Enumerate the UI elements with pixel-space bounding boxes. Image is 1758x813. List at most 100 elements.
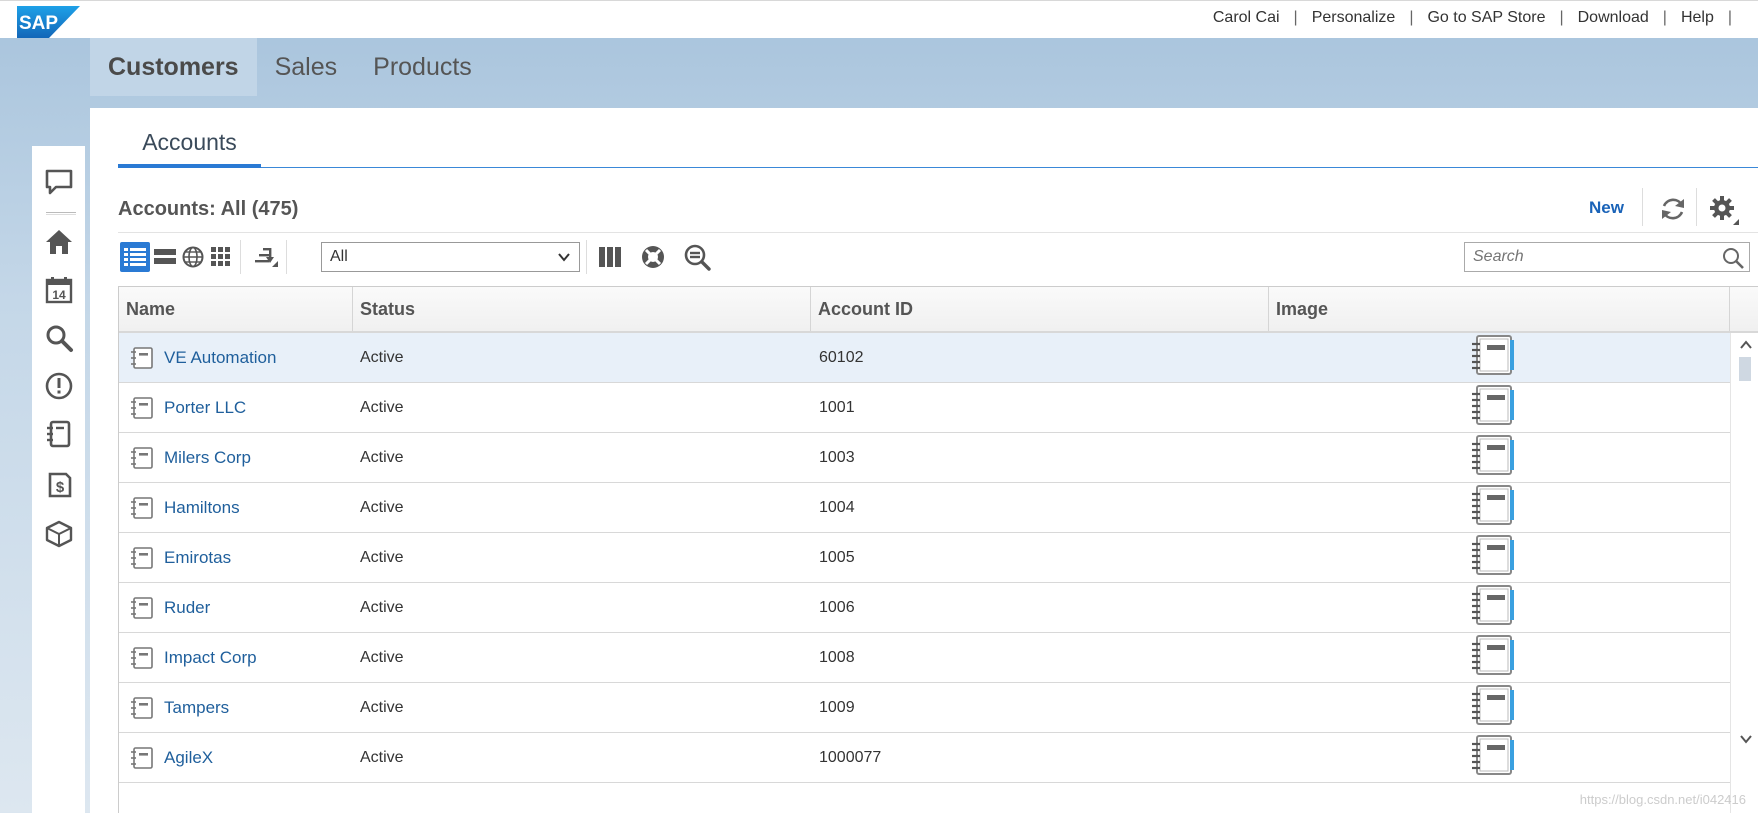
table-row[interactable]: VE Automation Active 60102 xyxy=(119,333,1730,383)
sort-icon[interactable] xyxy=(250,242,280,272)
chat-icon[interactable] xyxy=(43,166,75,198)
table-row[interactable]: Impact Corp Active 1008 xyxy=(119,633,1730,683)
account-id-cell: 1004 xyxy=(819,498,855,516)
status-cell: Active xyxy=(360,398,404,416)
header-divider xyxy=(1696,188,1697,226)
main-nav: Customers Sales Products xyxy=(90,38,490,96)
account-id-cell: 60102 xyxy=(819,348,864,366)
table-row[interactable]: Tampers Active 1009 xyxy=(119,683,1730,733)
table-header: Name Status Account ID Image xyxy=(119,287,1758,333)
account-image-icon[interactable] xyxy=(1471,684,1515,731)
column-header-status[interactable]: Status xyxy=(353,287,811,331)
list-view-icon[interactable] xyxy=(120,242,150,272)
invoice-icon[interactable]: $ xyxy=(43,468,75,500)
account-image-icon[interactable] xyxy=(1471,734,1515,781)
account-image-icon[interactable] xyxy=(1471,334,1515,381)
svg-text:14: 14 xyxy=(52,288,66,302)
scroll-up-icon[interactable] xyxy=(1739,339,1753,351)
download-link[interactable]: Download xyxy=(1578,9,1649,27)
search-icon[interactable] xyxy=(43,322,75,354)
svg-text:$: $ xyxy=(56,479,65,496)
account-icon xyxy=(129,346,155,370)
image-cell xyxy=(1471,433,1515,482)
account-name-link[interactable]: VE Automation xyxy=(164,348,276,368)
account-image-icon[interactable] xyxy=(1471,634,1515,681)
account-icon xyxy=(129,546,155,570)
account-name-link[interactable]: Porter LLC xyxy=(164,398,246,418)
tab-accounts[interactable]: Accounts xyxy=(118,120,261,168)
account-id-cell: 1003 xyxy=(819,448,855,466)
help-ring-icon[interactable] xyxy=(638,242,668,272)
sap-store-link[interactable]: Go to SAP Store xyxy=(1427,9,1545,27)
tab-customers[interactable]: Customers xyxy=(90,38,257,96)
refresh-icon[interactable] xyxy=(1658,194,1688,224)
account-image-icon[interactable] xyxy=(1471,484,1515,531)
tab-products[interactable]: Products xyxy=(355,38,490,96)
table-row[interactable]: Ruder Active 1006 xyxy=(119,583,1730,633)
gear-icon[interactable] xyxy=(1708,194,1740,226)
left-sidebar: 14 $ xyxy=(32,146,85,813)
status-cell: Active xyxy=(360,498,404,516)
search-icon[interactable] xyxy=(1721,246,1745,270)
account-name-link[interactable]: Ruder xyxy=(164,598,210,618)
account-name-link[interactable]: AgileX xyxy=(164,748,213,768)
notebook-icon[interactable] xyxy=(43,418,75,450)
account-name-link[interactable]: Emirotas xyxy=(164,548,231,568)
column-header-account-id[interactable]: Account ID xyxy=(811,287,1269,331)
zoom-out-icon[interactable] xyxy=(682,242,712,272)
top-bar: SAP Carol Cai | Personalize | Go to SAP … xyxy=(0,0,1758,38)
sap-logo[interactable]: SAP xyxy=(17,6,80,38)
name-cell: AgileX xyxy=(129,733,213,782)
calendar-icon[interactable]: 14 xyxy=(43,274,75,306)
account-name-link[interactable]: Tampers xyxy=(164,698,229,718)
table-row[interactable]: Milers Corp Active 1003 xyxy=(119,433,1730,483)
columns-icon[interactable] xyxy=(595,242,625,272)
toolbar-divider xyxy=(586,240,587,274)
column-header-name[interactable]: Name xyxy=(119,287,353,331)
scroll-thumb[interactable] xyxy=(1739,357,1751,381)
name-cell: Tampers xyxy=(129,683,229,732)
watermark: https://blog.csdn.net/i042416 xyxy=(1579,792,1746,807)
home-icon[interactable] xyxy=(43,226,75,258)
account-name-link[interactable]: Hamiltons xyxy=(164,498,240,518)
tab-sales[interactable]: Sales xyxy=(257,38,356,96)
account-image-icon[interactable] xyxy=(1471,384,1515,431)
user-name-link[interactable]: Carol Cai xyxy=(1213,9,1280,27)
account-icon xyxy=(129,746,155,770)
image-cell xyxy=(1471,483,1515,532)
table-row[interactable]: Emirotas Active 1005 xyxy=(119,533,1730,583)
column-header-image[interactable]: Image xyxy=(1269,287,1730,331)
product-box-icon[interactable] xyxy=(43,518,75,550)
table-row[interactable]: Hamiltons Active 1004 xyxy=(119,483,1730,533)
search-field[interactable] xyxy=(1464,242,1750,272)
status-cell: Active xyxy=(360,748,404,766)
status-cell: Active xyxy=(360,648,404,666)
name-cell: Porter LLC xyxy=(129,383,246,432)
table-scrollbar[interactable] xyxy=(1730,333,1758,813)
table-row[interactable]: Porter LLC Active 1001 xyxy=(119,383,1730,433)
account-image-icon[interactable] xyxy=(1471,584,1515,631)
account-image-icon[interactable] xyxy=(1471,534,1515,581)
search-input[interactable] xyxy=(1473,244,1713,270)
personalize-link[interactable]: Personalize xyxy=(1312,9,1396,27)
help-link[interactable]: Help xyxy=(1681,9,1714,27)
account-id-cell: 1009 xyxy=(819,698,855,716)
sidebar-divider xyxy=(46,212,76,215)
sub-tab-bar: Accounts xyxy=(118,120,1758,168)
new-button[interactable]: New xyxy=(1589,198,1624,218)
alert-icon[interactable] xyxy=(43,370,75,402)
account-name-link[interactable]: Milers Corp xyxy=(164,448,251,468)
table-row[interactable]: AgileX Active 1000077 xyxy=(119,733,1730,783)
scroll-down-icon[interactable] xyxy=(1739,733,1753,745)
grid-view-icon[interactable] xyxy=(206,242,236,272)
view-filter-select[interactable]: All xyxy=(321,242,580,272)
account-image-icon[interactable] xyxy=(1471,434,1515,481)
chevron-down-icon xyxy=(558,253,570,262)
globe-view-icon[interactable] xyxy=(178,242,208,272)
filter-value: All xyxy=(330,248,348,265)
name-cell: Milers Corp xyxy=(129,433,251,482)
account-name-link[interactable]: Impact Corp xyxy=(164,648,257,668)
compact-view-icon[interactable] xyxy=(150,242,180,272)
link-separator: | xyxy=(1559,9,1564,26)
header-rule xyxy=(118,232,1758,233)
